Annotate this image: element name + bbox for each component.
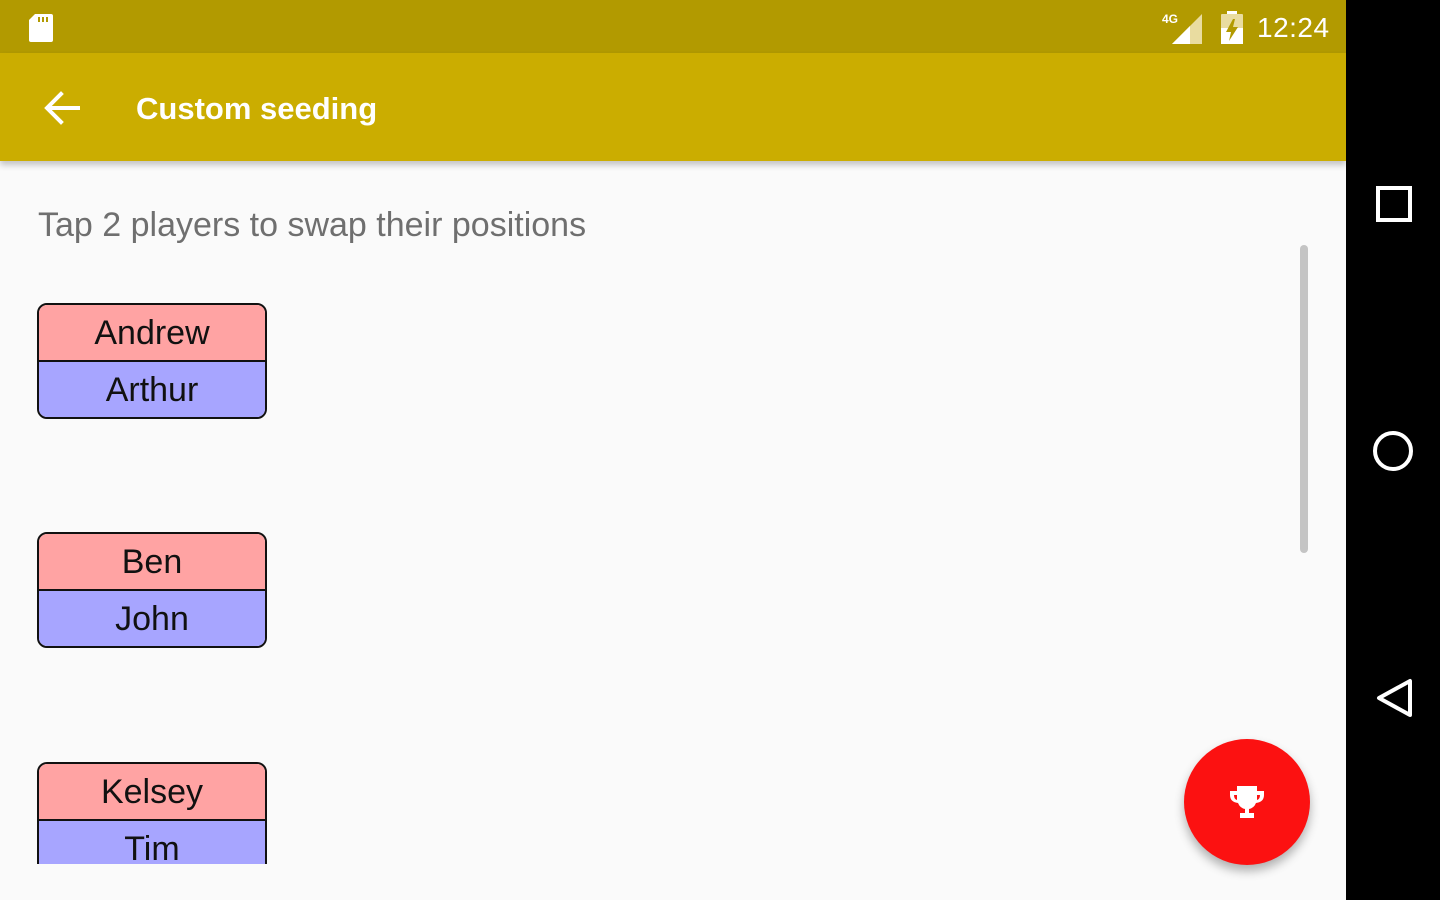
battery-charging-icon [1221, 11, 1243, 44]
scrollbar[interactable] [1300, 245, 1308, 553]
start-tournament-fab[interactable] [1184, 739, 1310, 865]
seed-pair-card[interactable]: Kelsey Tim [37, 762, 267, 864]
recents-square-icon [1376, 186, 1412, 222]
app-toolbar: Custom seeding [0, 53, 1346, 161]
home-button[interactable] [1363, 421, 1423, 481]
player-slot[interactable]: Tim [39, 821, 265, 864]
back-button[interactable] [30, 78, 94, 136]
player-slot[interactable]: Arthur [39, 362, 265, 417]
recents-button[interactable] [1363, 174, 1423, 234]
page-title: Custom seeding [136, 91, 378, 126]
seed-pair-card[interactable]: Andrew Arthur [37, 303, 267, 419]
player-slot[interactable]: Andrew [39, 305, 265, 362]
player-slot[interactable]: Ben [39, 534, 265, 591]
seeding-content[interactable]: Tap 2 players to swap their positions An… [0, 161, 1346, 900]
app-screen: 4G 12:24 Custom seeding Tap 2 players to… [0, 0, 1346, 900]
arrow-back-icon [44, 91, 80, 125]
trophy-icon [1230, 786, 1264, 818]
back-triangle-icon [1377, 679, 1412, 717]
seeding-list[interactable]: Tap 2 players to swap their positions An… [0, 161, 1346, 864]
sd-card-icon [29, 14, 53, 42]
status-bar: 4G 12:24 [0, 0, 1346, 53]
instruction-text: Tap 2 players to swap their positions [38, 206, 587, 244]
signal-4g-icon: 4G [1162, 12, 1202, 44]
home-circle-icon [1373, 431, 1413, 471]
status-clock: 12:24 [1257, 12, 1330, 43]
seed-pair-card[interactable]: Ben John [37, 532, 267, 648]
player-slot[interactable]: Kelsey [39, 764, 265, 821]
system-back-button[interactable] [1363, 668, 1423, 728]
system-navigation-bar [1346, 0, 1440, 900]
network-type-label: 4G [1162, 12, 1178, 26]
player-slot[interactable]: John [39, 591, 265, 646]
